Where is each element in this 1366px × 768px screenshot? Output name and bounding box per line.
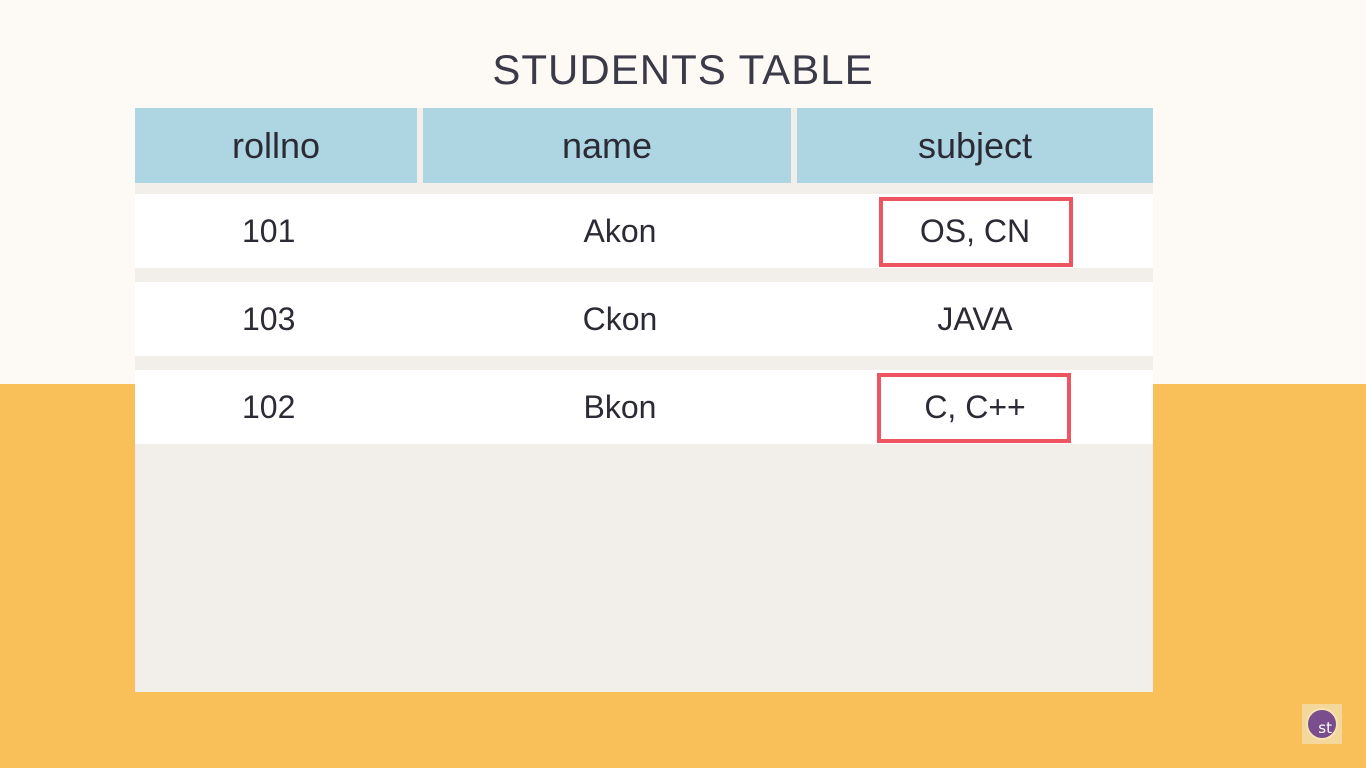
channel-logo: st xyxy=(1302,704,1342,744)
cell-name: Bkon xyxy=(583,388,657,425)
table-row: 103 Ckon JAVA xyxy=(135,282,1153,356)
column-header-subject: subject xyxy=(797,108,1153,183)
column-header-name: name xyxy=(423,108,791,183)
logo-badge: st xyxy=(1306,708,1338,740)
logo-text: st xyxy=(1318,719,1332,737)
highlight-box-row-101 xyxy=(879,197,1073,267)
cell-rollno: 103 xyxy=(242,300,296,337)
column-header-rollno: rollno xyxy=(135,108,417,183)
cell-name: Ckon xyxy=(582,300,658,337)
highlight-box-row-102 xyxy=(877,373,1071,443)
cell-subject: JAVA xyxy=(937,300,1013,337)
page-title: STUDENTS TABLE xyxy=(492,46,874,93)
cell-rollno: 101 xyxy=(242,212,296,249)
cell-name: Akon xyxy=(583,212,657,249)
cell-rollno: 102 xyxy=(242,388,296,425)
students-table: rollno name subject 101 Akon OS, CN 103 … xyxy=(135,108,1153,692)
